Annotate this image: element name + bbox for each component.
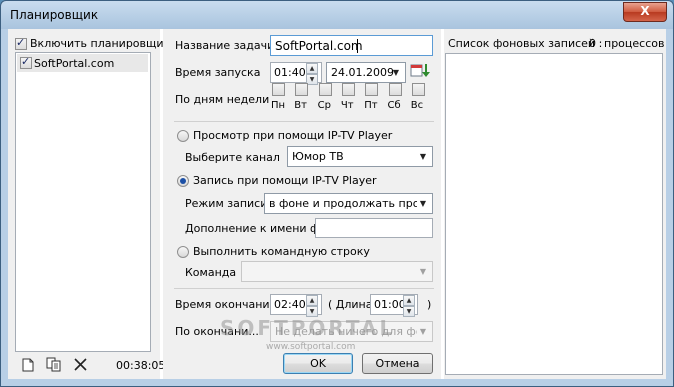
close-button[interactable]: X — [623, 2, 667, 22]
duration-spinner[interactable]: ▲ ▼ — [403, 295, 415, 317]
spin-up-icon[interactable]: ▲ — [306, 63, 318, 74]
weekday-label: Сб — [387, 100, 401, 111]
record-radio-label: Запись при помощи IP-TV Player — [193, 174, 377, 187]
view-radio[interactable] — [177, 130, 189, 142]
window-title: Планировщик — [10, 8, 99, 22]
command-label: Команда — [185, 266, 237, 279]
end-time-spinner[interactable]: ▲ ▼ — [306, 295, 318, 317]
left-panel: Включить планировщик SoftPortal.com 00:3… — [8, 29, 170, 379]
duration-label: ( Длина — [328, 298, 373, 311]
enable-scheduler-checkbox[interactable] — [15, 36, 27, 50]
end-time-label: Время окончания — [175, 298, 277, 311]
end-time-value: 02:40 — [274, 298, 306, 311]
separator — [174, 121, 434, 122]
list-item[interactable]: SoftPortal.com — [17, 54, 148, 72]
process-count-unit: процессов — [604, 37, 665, 50]
task-name: SoftPortal.com — [34, 57, 115, 70]
copy-icon[interactable] — [46, 357, 62, 372]
background-records-list[interactable] — [445, 53, 663, 375]
new-file-icon[interactable] — [22, 358, 34, 372]
record-mode-value: в фоне и продолжать просмо — [269, 197, 417, 210]
weekdays-label: По дням недели — [175, 93, 270, 106]
weekday-label: Чт — [340, 100, 354, 111]
close-icon: X — [640, 4, 650, 18]
command-radio-label: Выполнить командную строку — [193, 245, 370, 258]
title-bar[interactable]: Планировщик X — [1, 1, 673, 29]
chevron-down-icon[interactable]: ▼ — [416, 149, 430, 164]
channel-label: Выберите канал — [185, 151, 280, 164]
weekday-checkbox[interactable] — [272, 83, 285, 96]
dialog-client: Включить планировщик SoftPortal.com 00:3… — [8, 29, 666, 379]
task-name-input[interactable]: SoftPortal.com — [270, 35, 433, 56]
weekday-checkbox[interactable] — [318, 83, 332, 96]
ok-button[interactable]: OK — [283, 353, 353, 374]
weekday-checkbox[interactable] — [388, 83, 402, 96]
weekday-checkbox[interactable] — [295, 83, 309, 96]
start-time-spinner[interactable]: ▲ ▼ — [306, 63, 318, 85]
task-list[interactable]: SoftPortal.com — [15, 52, 151, 352]
weekday-checkbox[interactable] — [411, 83, 425, 96]
command-input[interactable]: ▼ — [241, 261, 433, 282]
spin-up-icon[interactable]: ▲ — [306, 295, 318, 306]
enable-scheduler-label: Включить планировщик — [30, 37, 171, 50]
duration-close: ) — [427, 298, 432, 311]
channel-select[interactable]: Юмор ТВ ▼ — [287, 146, 433, 167]
task-name-label: Название задачи — [175, 39, 275, 52]
weekday-checkbox[interactable] — [365, 83, 379, 96]
delete-icon[interactable] — [74, 358, 87, 371]
watermark-url: www.softportal.com — [266, 342, 356, 352]
filename-suffix-input[interactable] — [315, 218, 433, 238]
right-panel: Список фоновых записей : 0 процессов — [444, 29, 666, 379]
watermark-logo: SOFTPORTAL — [220, 316, 396, 340]
weekday-label: Вт — [294, 100, 307, 111]
command-radio[interactable] — [177, 246, 189, 258]
spin-up-icon[interactable]: ▲ — [403, 295, 415, 306]
chevron-down-icon[interactable]: ▼ — [389, 65, 403, 80]
calendar-icon[interactable] — [410, 62, 430, 80]
process-count: 0 — [589, 37, 596, 50]
task-checkbox[interactable] — [20, 55, 32, 69]
background-list-label: Список фоновых записей : — [448, 37, 603, 50]
weekday-checkbox[interactable] — [341, 83, 355, 96]
duration-value: 01:00 — [374, 298, 406, 311]
timer-text: 00:38:05 — [116, 359, 166, 372]
channel-value: Юмор ТВ — [292, 150, 344, 163]
weekday-label: Пт — [364, 100, 378, 111]
chevron-down-icon[interactable]: ▼ — [416, 324, 430, 339]
weekday-label: Пн — [271, 100, 286, 111]
start-time-value: 01:40 — [274, 66, 306, 79]
weekday-label: Вс — [410, 100, 424, 111]
weekday-label: Ср — [317, 100, 331, 111]
record-radio[interactable] — [177, 175, 189, 187]
spin-down-icon[interactable]: ▼ — [403, 306, 415, 317]
chevron-down-icon[interactable]: ▼ — [416, 196, 430, 211]
cancel-button[interactable]: Отмена — [362, 353, 433, 374]
start-time-label: Время запуска — [175, 66, 261, 79]
separator — [174, 288, 434, 289]
record-mode-label: Режим записи — [185, 197, 268, 210]
task-name-value: SoftPortal.com — [275, 39, 363, 53]
view-radio-label: Просмотр при помощи IP-TV Player — [193, 129, 393, 142]
start-date-picker[interactable]: 24.01.2009 ▼ — [326, 62, 406, 83]
start-date-value: 24.01.2009 — [331, 66, 394, 79]
record-mode-select[interactable]: в фоне и продолжать просмо ▼ — [264, 193, 433, 214]
scheduler-window: Планировщик X Включить планировщик SoftP… — [0, 0, 674, 387]
text-caret — [357, 39, 358, 53]
chevron-down-icon[interactable]: ▼ — [416, 264, 430, 279]
